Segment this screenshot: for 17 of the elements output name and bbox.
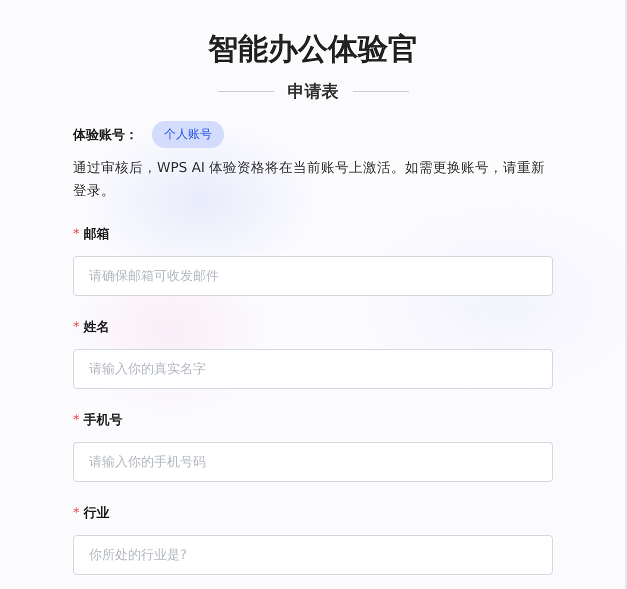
form-subtitle: 申请表 — [288, 81, 338, 103]
required-asterisk: * — [73, 320, 80, 334]
input-field[interactable]: 请输入你的真实名字 — [73, 349, 553, 389]
required-asterisk: * — [73, 412, 80, 428]
field-label: 手机号 — [84, 412, 122, 429]
required-asterisk: * — [73, 506, 80, 520]
field-label: 行业 — [84, 505, 110, 522]
field-label: 姓名 — [84, 319, 110, 336]
input-field[interactable]: 请确保邮箱可收发邮件 — [73, 256, 553, 296]
input-field[interactable]: 请输入你的手机号码 — [73, 442, 553, 482]
notice-text: 通过审核后，WPS AI 体验资格将在当前账号上激活。如需更换账号，请重新登录。 — [73, 159, 546, 201]
form-title: 智能办公体验官 — [206, 31, 419, 69]
field-label: 邮箱 — [84, 226, 110, 243]
required-asterisk: * — [73, 226, 80, 242]
input-field[interactable]: 你所处的行业是? — [73, 535, 553, 575]
account-type-badge: 个人账号 — [152, 121, 224, 148]
account-label: 体验账号： — [73, 126, 138, 144]
